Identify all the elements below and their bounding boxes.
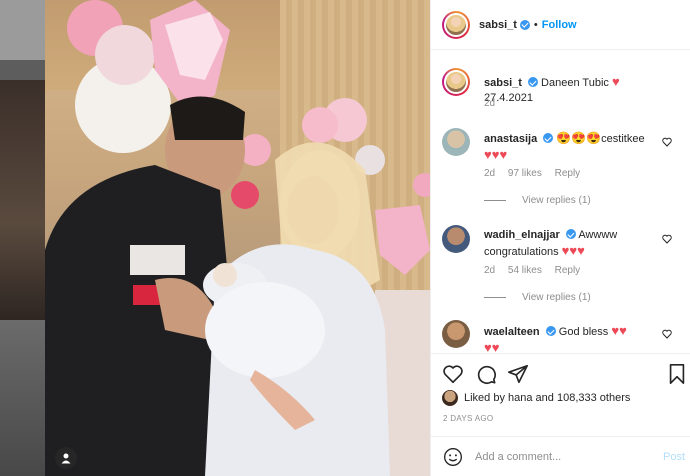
photo-illustration (45, 0, 430, 476)
heart-emoji-icon: ♥♥ (484, 340, 500, 353)
caption-age: 2d (484, 98, 496, 109)
like-comment-icon[interactable] (662, 329, 672, 339)
post-comment-button[interactable]: Post (663, 451, 685, 463)
comment-item: waelalteen God bless ♥♥ ♥♥ (442, 320, 682, 353)
comment-age: 2d (484, 168, 496, 179)
background-overlay (0, 0, 45, 476)
comment-item: anastasija 😍😍😍cestitkee ♥♥♥ 2d 97 likes … (442, 128, 682, 213)
action-bar (431, 353, 690, 393)
comment-text: God bless (558, 326, 609, 338)
add-comment-bar: Add a comment... Post (431, 436, 690, 476)
likes-text: Liked by hana and 108,333 others (464, 392, 631, 404)
verified-badge-icon (527, 77, 538, 87)
like-comment-icon[interactable] (662, 234, 672, 244)
emoji-smiley-icon[interactable] (443, 447, 463, 467)
author-username[interactable]: sabsi_t (479, 19, 517, 31)
view-replies-button[interactable]: View replies (1) (484, 195, 591, 206)
comment-username[interactable]: waelalteen (484, 326, 540, 338)
comment-avatar[interactable] (442, 128, 470, 156)
comment-likes[interactable]: 54 likes (508, 265, 542, 276)
comment-item: wadih_elnajjar Awwww congratulations ♥♥♥… (442, 225, 682, 315)
comments-list[interactable]: sabsi_t Daneen Tubic ♥ 27.4.2021 2d anas… (431, 50, 690, 353)
tagged-users-icon[interactable] (55, 447, 77, 469)
share-paper-plane-icon[interactable] (507, 363, 529, 385)
view-replies-button[interactable]: View replies (1) (484, 292, 591, 303)
heart-emoji-icon: ♥♥♥ (561, 243, 585, 258)
save-bookmark-icon[interactable] (667, 363, 687, 385)
caption-username[interactable]: sabsi_t (484, 77, 522, 89)
likes-summary[interactable]: Liked by hana and 108,333 others (442, 390, 630, 406)
comment-bubble-icon[interactable] (475, 363, 497, 385)
reply-button[interactable]: Reply (555, 265, 581, 276)
like-comment-icon[interactable] (662, 137, 672, 147)
liker-avatar (442, 390, 458, 406)
post-side-panel: sabsi_t • Follow sabsi_t Daneen Tubic ♥ … (430, 0, 690, 476)
comment-text: cestitkee (601, 133, 645, 145)
verified-badge-icon (545, 326, 556, 336)
verified-badge-icon (519, 19, 530, 30)
caption-avatar[interactable] (442, 68, 470, 96)
author-avatar[interactable] (442, 10, 470, 39)
comment-likes[interactable]: 97 likes (508, 168, 542, 179)
comment-age: 2d (484, 265, 496, 276)
comment-username[interactable]: wadih_elnajjar (484, 229, 560, 241)
post-header: sabsi_t • Follow (431, 0, 690, 50)
comment-input[interactable]: Add a comment... (475, 451, 663, 463)
reply-button[interactable]: Reply (555, 168, 581, 179)
heart-emoji-icon: ♥ (612, 74, 620, 89)
comment-username[interactable]: anastasija (484, 133, 537, 145)
heart-emoji-icon: ♥♥ (611, 323, 627, 338)
separator-dot: • (533, 18, 538, 31)
heart-emoji-icon: ♥♥♥ (484, 147, 508, 162)
post-photo[interactable] (45, 0, 430, 476)
caption-text: Daneen Tubic (541, 77, 609, 89)
verified-badge-icon (565, 229, 576, 239)
comment-avatar[interactable] (442, 225, 470, 253)
comment-avatar[interactable] (442, 320, 470, 348)
verified-badge-icon (543, 133, 554, 143)
follow-button[interactable]: Follow (542, 19, 577, 31)
heart-eyes-emoji-icon: 😍😍😍 (556, 131, 602, 145)
post-time: 2 DAYS AGO (443, 414, 494, 423)
caption: sabsi_t Daneen Tubic ♥ 27.4.2021 2d (442, 68, 682, 118)
like-heart-icon[interactable] (442, 363, 464, 385)
